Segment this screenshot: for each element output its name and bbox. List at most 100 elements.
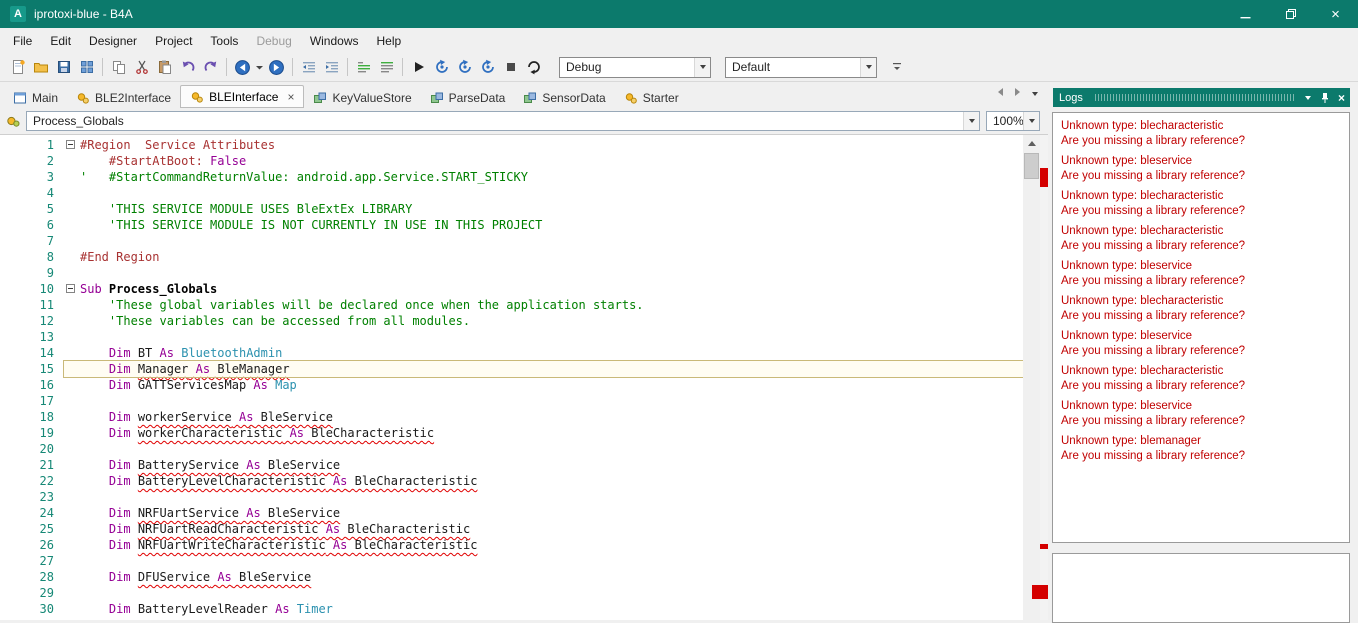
scrollbar-thumb[interactable] bbox=[1024, 153, 1039, 179]
menu-project[interactable]: Project bbox=[146, 30, 201, 52]
log-entry[interactable]: Unknown type: blemanager Are you missing … bbox=[1053, 434, 1349, 464]
line-number[interactable]: 22 bbox=[8, 473, 64, 489]
scroll-up-button[interactable] bbox=[1023, 135, 1040, 152]
line-number[interactable]: 3 bbox=[8, 169, 64, 185]
line-number[interactable]: 1 bbox=[8, 137, 64, 153]
error-mark[interactable] bbox=[1032, 585, 1048, 599]
modules-icon[interactable] bbox=[75, 56, 98, 79]
tab-scroll-left-icon[interactable] bbox=[998, 83, 1003, 101]
code-lines[interactable]: 1 #Region Service Attributes 2 #StartAtBoo… bbox=[0, 135, 1023, 620]
tab-bleinterface[interactable]: BLEInterface × bbox=[180, 85, 305, 108]
tab-list-icon[interactable] bbox=[1032, 83, 1038, 101]
code-line[interactable]: 4 bbox=[8, 185, 1023, 201]
line-number[interactable]: 23 bbox=[8, 489, 64, 505]
resume-icon[interactable] bbox=[430, 56, 453, 79]
logs-list[interactable]: Unknown type: blecharacteristic Are you m… bbox=[1052, 112, 1350, 543]
logs-pin-icon[interactable] bbox=[1316, 88, 1333, 107]
log-entry[interactable]: Unknown type: bleservice Are you missing … bbox=[1053, 154, 1349, 184]
build-combo[interactable]: Default bbox=[725, 56, 877, 78]
code-line[interactable]: 12 'These variables can be accessed from… bbox=[8, 313, 1023, 329]
code-line[interactable]: 18 Dim workerService As BleService bbox=[8, 409, 1023, 425]
line-number[interactable]: 21 bbox=[8, 457, 64, 473]
cut-icon[interactable] bbox=[130, 56, 153, 79]
fold-collapse-icon[interactable] bbox=[66, 284, 75, 293]
undo-icon[interactable] bbox=[176, 56, 199, 79]
copy-icon[interactable] bbox=[107, 56, 130, 79]
code-line[interactable]: 15 Dim Manager As BleManager bbox=[8, 360, 1023, 378]
zoom-combo[interactable]: 100% bbox=[986, 111, 1040, 131]
code-line[interactable]: 5 'THIS SERVICE MODULE USES BleExtEx LIB… bbox=[8, 201, 1023, 217]
code-editor[interactable]: 1 #Region Service Attributes 2 #StartAtBoo… bbox=[0, 134, 1048, 620]
line-number[interactable]: 18 bbox=[8, 409, 64, 425]
open-project-icon[interactable] bbox=[29, 56, 52, 79]
menu-tools[interactable]: Tools bbox=[201, 30, 247, 52]
code-line[interactable]: 14 Dim BT As BluetoothAdmin bbox=[8, 345, 1023, 361]
build-combo-arrow-icon[interactable] bbox=[860, 57, 876, 77]
navigate-back-dropdown-icon[interactable] bbox=[254, 56, 265, 79]
tab-keyvaluestore[interactable]: KeyValueStore bbox=[304, 87, 420, 108]
code-line[interactable]: 19 Dim workerCharacteristic As BleCharac… bbox=[8, 425, 1023, 441]
logs-header[interactable]: Logs × bbox=[1053, 88, 1350, 107]
code-line[interactable]: 9 bbox=[8, 265, 1023, 281]
toolbar-overflow-icon[interactable] bbox=[885, 56, 908, 79]
code-line[interactable]: 1 #Region Service Attributes bbox=[8, 137, 1023, 153]
run-icon[interactable] bbox=[407, 56, 430, 79]
tab-ble2interface[interactable]: BLE2Interface bbox=[67, 87, 180, 108]
sub-selector-combo[interactable]: Process_Globals bbox=[26, 111, 980, 131]
line-number[interactable]: 17 bbox=[8, 393, 64, 409]
code-line[interactable]: 28 Dim DFUService As BleService bbox=[8, 569, 1023, 585]
code-line[interactable]: 6 'THIS SERVICE MODULE IS NOT CURRENTLY … bbox=[8, 217, 1023, 233]
code-line[interactable]: 26 Dim NRFUartWriteCharacteristic As Ble… bbox=[8, 537, 1023, 553]
error-mark[interactable] bbox=[1040, 168, 1048, 187]
save-icon[interactable] bbox=[52, 56, 75, 79]
code-line[interactable]: 20 bbox=[8, 441, 1023, 457]
logs-menu-icon[interactable] bbox=[1299, 88, 1316, 107]
zoom-arrow-icon[interactable] bbox=[1023, 112, 1039, 130]
code-line[interactable]: 16 Dim GATTServicesMap As Map bbox=[8, 377, 1023, 393]
code-line[interactable]: 7 bbox=[8, 233, 1023, 249]
navigate-forward-icon[interactable] bbox=[265, 56, 288, 79]
log-entry[interactable]: Unknown type: blecharacteristic Are you m… bbox=[1053, 119, 1349, 149]
line-number[interactable]: 25 bbox=[8, 521, 64, 537]
code-line[interactable]: 22 Dim BatteryLevelCharacteristic As Ble… bbox=[8, 473, 1023, 489]
stop-icon[interactable] bbox=[499, 56, 522, 79]
line-number[interactable]: 14 bbox=[8, 345, 64, 361]
indent-icon[interactable] bbox=[320, 56, 343, 79]
fold-collapse-icon[interactable] bbox=[66, 140, 75, 149]
line-number[interactable]: 27 bbox=[8, 553, 64, 569]
line-number[interactable]: 9 bbox=[8, 265, 64, 281]
redo-icon[interactable] bbox=[199, 56, 222, 79]
menu-windows[interactable]: Windows bbox=[301, 30, 368, 52]
line-number[interactable]: 19 bbox=[8, 425, 64, 441]
comment-icon[interactable] bbox=[352, 56, 375, 79]
code-line[interactable]: 23 bbox=[8, 489, 1023, 505]
clean-project-icon[interactable] bbox=[522, 56, 545, 79]
uncomment-icon[interactable] bbox=[375, 56, 398, 79]
menu-file[interactable]: File bbox=[4, 30, 41, 52]
paste-icon[interactable] bbox=[153, 56, 176, 79]
code-line[interactable]: 25 Dim NRFUartReadCharacteristic As BleC… bbox=[8, 521, 1023, 537]
step-over-icon[interactable] bbox=[453, 56, 476, 79]
error-mark[interactable] bbox=[1040, 544, 1048, 549]
line-number[interactable]: 4 bbox=[8, 185, 64, 201]
code-line[interactable]: 11 'These global variables will be decla… bbox=[8, 297, 1023, 313]
menu-help[interactable]: Help bbox=[368, 30, 411, 52]
tab-close-icon[interactable]: × bbox=[287, 91, 294, 103]
navigate-back-icon[interactable] bbox=[231, 56, 254, 79]
menu-debug[interactable]: Debug bbox=[247, 30, 300, 52]
code-line[interactable]: 24 Dim NRFUartService As BleService bbox=[8, 505, 1023, 521]
code-line[interactable]: 30 Dim BatteryLevelReader As Timer bbox=[8, 601, 1023, 617]
line-number[interactable]: 5 bbox=[8, 201, 64, 217]
line-number[interactable]: 12 bbox=[8, 313, 64, 329]
code-line[interactable]: 17 bbox=[8, 393, 1023, 409]
code-line[interactable]: 21 Dim BatteryService As BleService bbox=[8, 457, 1023, 473]
line-number[interactable]: 30 bbox=[8, 601, 64, 617]
line-number[interactable]: 29 bbox=[8, 585, 64, 601]
new-module-icon[interactable] bbox=[6, 56, 29, 79]
code-line[interactable]: 3 ' #StartCommandReturnValue: android.app… bbox=[8, 169, 1023, 185]
tab-parsedata[interactable]: ParseData bbox=[421, 87, 515, 108]
tab-scroll-right-icon[interactable] bbox=[1015, 83, 1020, 101]
line-number[interactable]: 16 bbox=[8, 377, 64, 393]
menu-edit[interactable]: Edit bbox=[41, 30, 80, 52]
step-into-icon[interactable] bbox=[476, 56, 499, 79]
